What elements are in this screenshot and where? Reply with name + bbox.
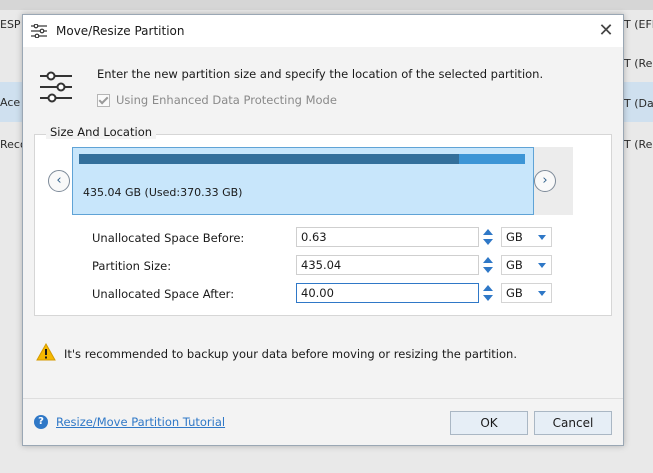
sliders-icon <box>31 24 47 38</box>
instruction-text: Enter the new partition size and specify… <box>97 67 544 81</box>
partition-size-field-label: Partition Size: <box>92 259 172 273</box>
decrement-icon[interactable] <box>483 295 493 301</box>
warning-icon <box>36 343 56 361</box>
free-space-bar <box>459 154 525 164</box>
background-row-type: T (Re <box>624 57 653 70</box>
unit-value: GB <box>506 258 523 272</box>
partition-size-input[interactable]: 435.04 <box>296 255 479 275</box>
protect-mode-checkbox[interactable] <box>97 93 110 107</box>
close-button[interactable]: ✕ <box>595 20 617 42</box>
background-row-type: T (Dat <box>624 97 653 110</box>
chevron-down-icon <box>538 235 546 240</box>
cancel-button[interactable]: Cancel <box>534 411 612 435</box>
dialog-title: Move/Resize Partition <box>56 24 185 38</box>
unallocated-after-stepper[interactable] <box>481 283 495 303</box>
group-title: Size And Location <box>46 125 157 139</box>
chevron-down-icon <box>538 263 546 268</box>
unallocated-before-unit-select[interactable]: GB <box>501 227 552 247</box>
footer-divider <box>23 398 623 399</box>
partition-size-unit-select[interactable]: GB <box>501 255 552 275</box>
increment-icon[interactable] <box>483 285 493 291</box>
unit-value: GB <box>506 286 523 300</box>
dialog-titlebar: Move/Resize Partition ✕ <box>23 15 623 47</box>
background-row-label: Ace <box>0 96 21 109</box>
next-partition-button[interactable]: › <box>534 170 556 192</box>
backup-warning-text: It's recommended to backup your data bef… <box>64 347 517 361</box>
decrement-icon[interactable] <box>483 239 493 245</box>
decrement-icon[interactable] <box>483 267 493 273</box>
partition-size-label: 435.04 GB (Used:370.33 GB) <box>83 186 243 199</box>
unit-value: GB <box>506 230 523 244</box>
tutorial-link[interactable]: Resize/Move Partition Tutorial <box>56 415 225 429</box>
unallocated-before-label: Unallocated Space Before: <box>92 231 245 245</box>
unallocated-after-input[interactable]: 40.00 <box>296 283 479 303</box>
partition-size-stepper[interactable] <box>481 255 495 275</box>
sliders-icon <box>40 71 72 103</box>
chevron-down-icon <box>538 291 546 296</box>
previous-partition-button[interactable]: ‹ <box>48 170 70 192</box>
help-icon[interactable]: ? <box>34 415 48 429</box>
background-row-type: T (Rec <box>624 138 653 151</box>
unallocated-after-label: Unallocated Space After: <box>92 287 235 301</box>
unallocated-before-stepper[interactable] <box>481 227 495 247</box>
ok-button[interactable]: OK <box>450 411 528 435</box>
increment-icon[interactable] <box>483 257 493 263</box>
background-row-label: ESP <box>0 18 21 31</box>
partition-block[interactable]: 435.04 GB (Used:370.33 GB) <box>72 147 534 215</box>
protect-mode-option[interactable]: Using Enhanced Data Protecting Mode <box>97 93 337 107</box>
used-space-bar <box>79 154 459 164</box>
move-resize-dialog: Move/Resize Partition ✕ Enter the new pa… <box>22 14 624 446</box>
unallocated-after-unit-select[interactable]: GB <box>501 283 552 303</box>
background-row-type: T (EFI <box>624 18 653 31</box>
unallocated-before-input[interactable]: 0.63 <box>296 227 479 247</box>
protect-mode-label: Using Enhanced Data Protecting Mode <box>116 93 337 107</box>
background-toolbar <box>0 0 653 10</box>
increment-icon[interactable] <box>483 229 493 235</box>
